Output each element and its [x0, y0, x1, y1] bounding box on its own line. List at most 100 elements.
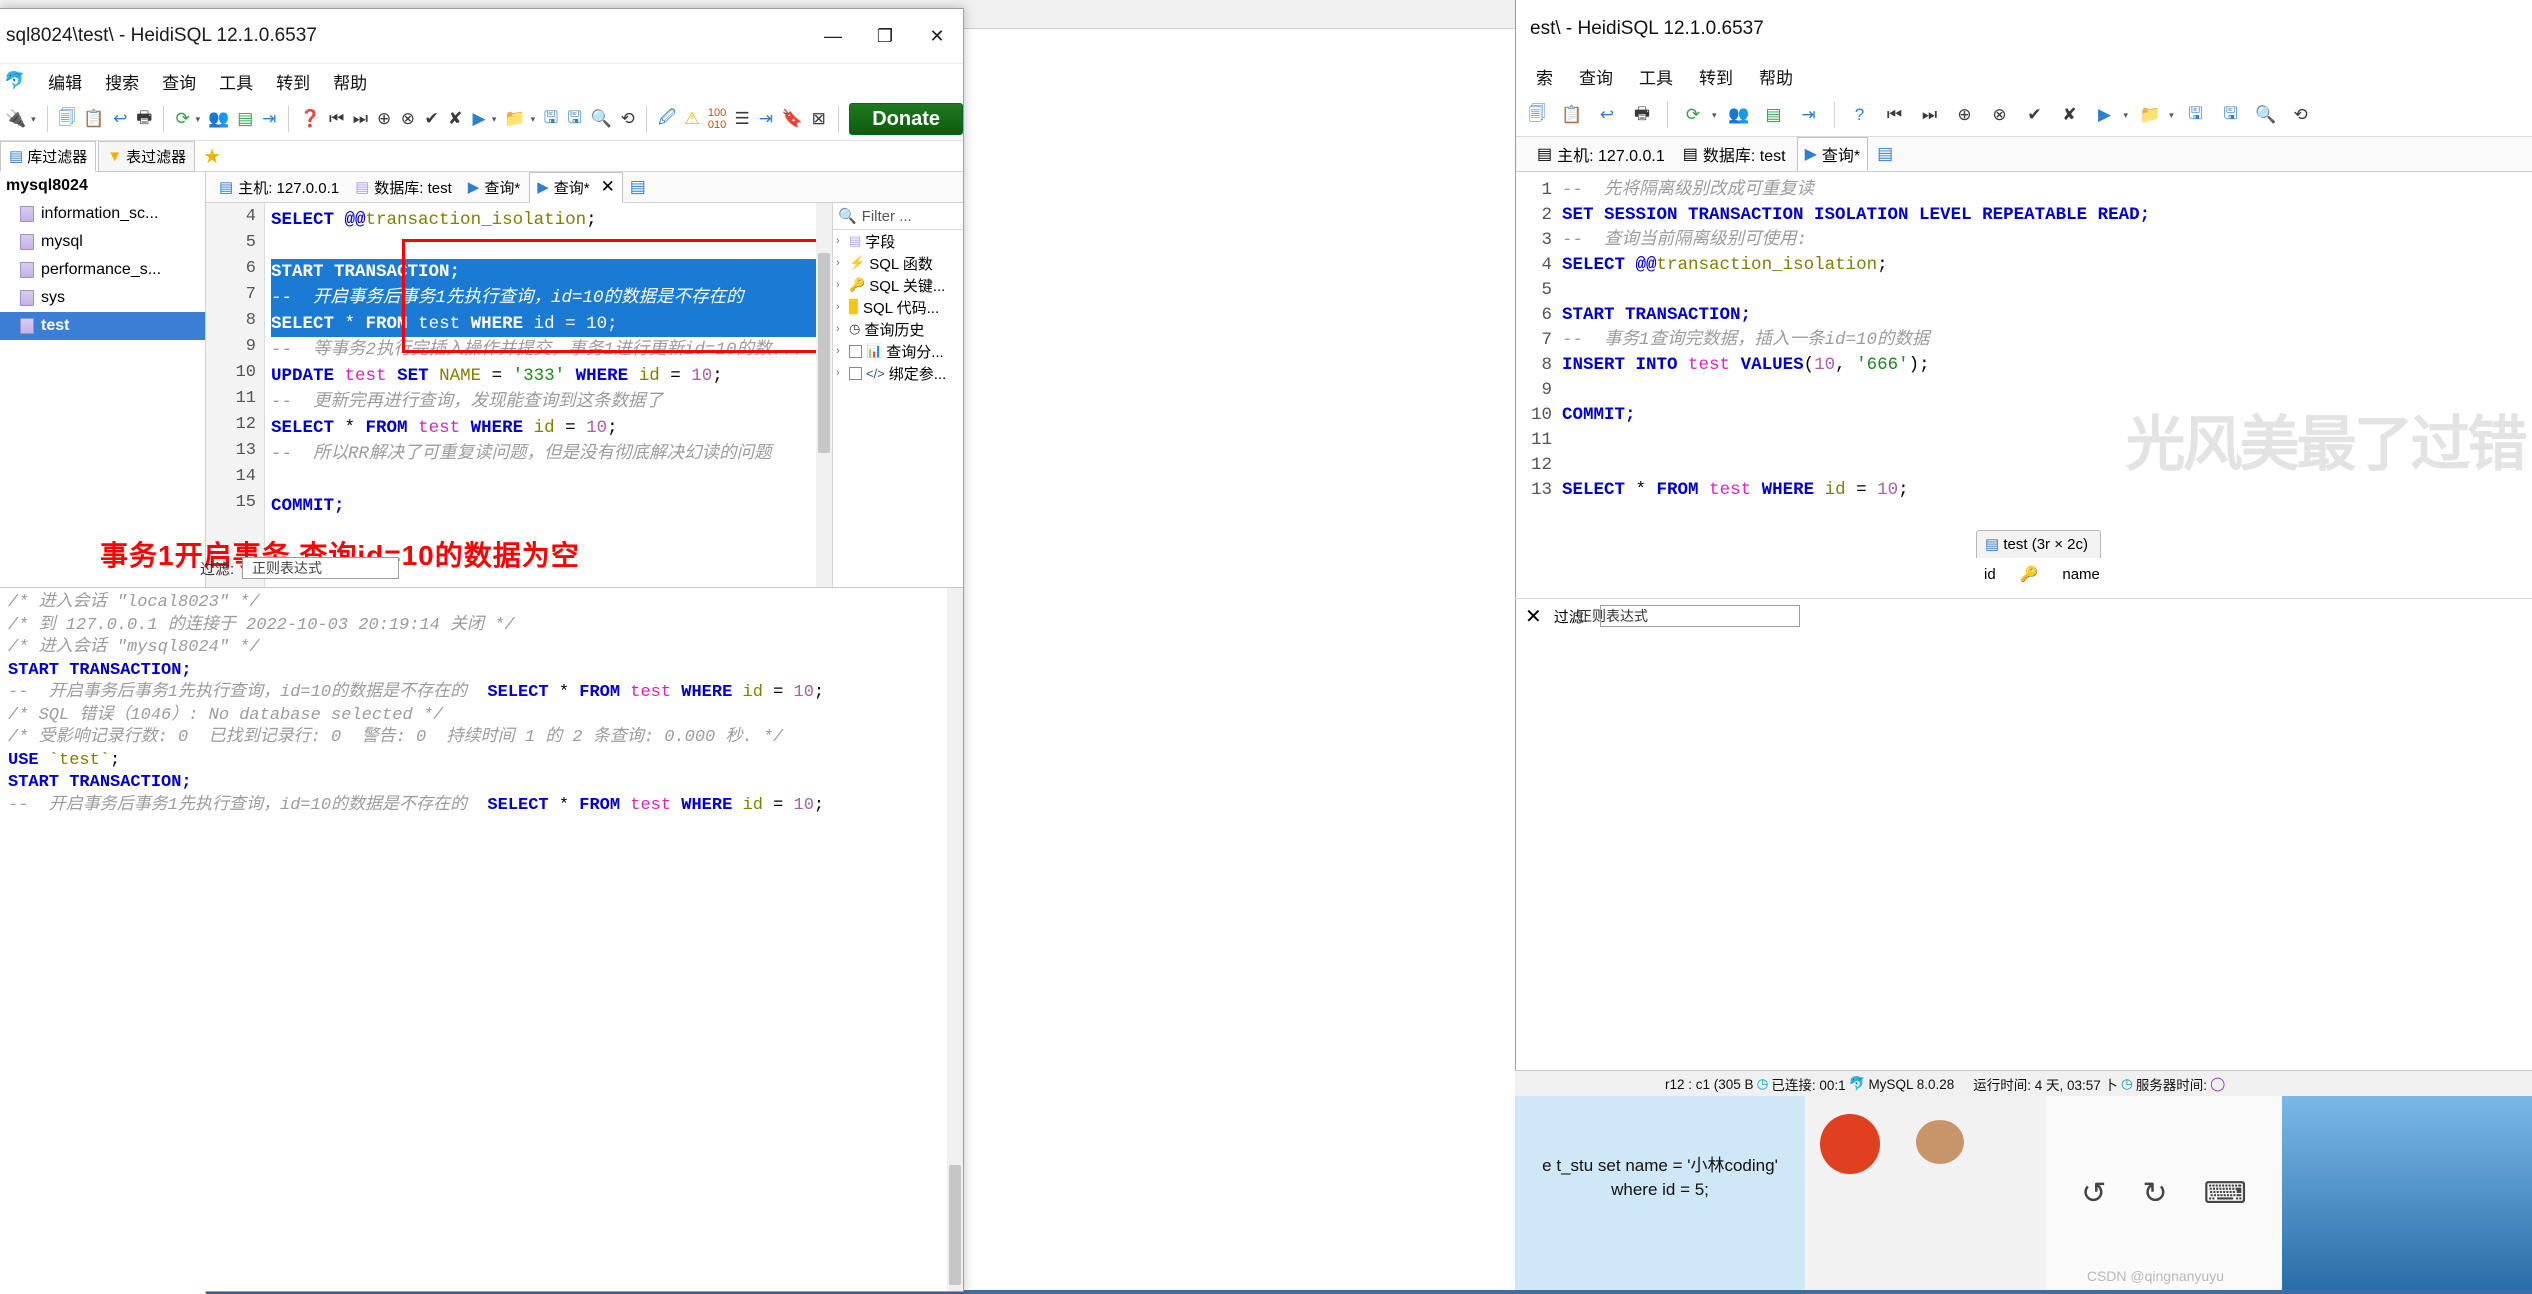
code-line[interactable]: SELECT * FROM test WHERE id = 10;	[271, 311, 832, 337]
import-icon[interactable]: ⇥	[1796, 102, 1822, 128]
menu-item-help[interactable]: 帮助	[1759, 64, 1793, 89]
tab-query[interactable]: ▶ 查询*	[1796, 137, 1869, 171]
commit-icon[interactable]: ✔	[2022, 102, 2048, 128]
helper-item-4[interactable]: › ◷ 查询历史	[833, 318, 963, 340]
execute-icon[interactable]: ▶	[471, 106, 487, 132]
save-icon[interactable]: 🖫	[2183, 102, 2209, 128]
helper-item-1[interactable]: › ⚡ SQL 函数	[833, 252, 963, 274]
code-line[interactable]: COMMIT;	[271, 493, 832, 519]
indent-icon[interactable]: ⇥	[758, 106, 774, 132]
code-line[interactable]: 6 START TRANSACTION;	[1516, 303, 2532, 328]
thumbnail-tools[interactable]: ↺ ↻ ⌨ CSDN @qingnanyuyu	[2046, 1096, 2282, 1290]
chevron-down-icon[interactable]: ▾	[2169, 110, 2174, 121]
chevron-right-icon[interactable]: ›	[836, 367, 845, 379]
minimize-button[interactable]: —	[807, 9, 859, 63]
close-icon[interactable]: ✕	[1525, 604, 1542, 629]
menu-item-search[interactable]: 搜索	[105, 69, 139, 94]
filter-tab-row[interactable]: ▤ 库过滤器 ▼ 表过滤器 ★	[0, 140, 963, 172]
undo-icon[interactable]: ↩	[1594, 102, 1620, 128]
wrap-lines-icon[interactable]: ☰	[734, 106, 750, 132]
code-line[interactable]: 1 -- 先将隔离级别改成可重复读	[1516, 178, 2532, 203]
save-icon[interactable]: 🖫	[543, 106, 559, 132]
db-tree-item-3[interactable]: performance_s...	[0, 256, 205, 284]
open-folder-icon[interactable]: 📁	[2137, 102, 2163, 128]
help-icon[interactable]: ?	[1847, 102, 1873, 128]
menu-item-goto[interactable]: 转到	[276, 69, 310, 94]
warning-icon[interactable]: ⚠	[684, 106, 700, 132]
code-line[interactable]: 2 SET SESSION TRANSACTION ISOLATION LEVEL…	[1516, 203, 2532, 228]
chevron-down-icon[interactable]: ▾	[196, 114, 201, 125]
tab-database[interactable]: ▤ 数据库: test	[348, 173, 459, 202]
refresh-icon[interactable]: ⟳	[1680, 102, 1706, 128]
menu-item-goto[interactable]: 转到	[1699, 64, 1733, 89]
menu-item-search[interactable]: 索	[1536, 64, 1553, 89]
first-icon[interactable]: ⏮	[1882, 102, 1908, 128]
db-tree-item-2[interactable]: mysql	[0, 228, 205, 256]
tab-close-icon[interactable]: ✕	[601, 177, 615, 197]
db-tree-item-0[interactable]: mysql8024	[0, 172, 205, 200]
code-line[interactable]: 3 -- 查询当前隔离级别可使用:	[1516, 228, 2532, 253]
csv-export-icon[interactable]: ▤	[1761, 102, 1787, 128]
secondary-sql-editor[interactable]: 错过了最美风光 1 -- 先将隔离级别改成可重复读 2 SET SESSION TRA…	[1516, 172, 2532, 518]
save-as-icon[interactable]: 🖫	[567, 106, 583, 132]
code-line[interactable]: 7 -- 事务1查询完数据，插入一条id=10的数据	[1516, 328, 2532, 353]
helper-item-2[interactable]: › 🔑 SQL 关键...	[833, 274, 963, 296]
last-record-icon[interactable]: ⏭	[353, 106, 369, 132]
menu-item-tools[interactable]: 工具	[1639, 64, 1673, 89]
chevron-right-icon[interactable]: ›	[836, 345, 845, 357]
new-query-icon[interactable]: ▤	[1872, 141, 1898, 167]
stop-icon[interactable]: ⊠	[811, 106, 827, 132]
search-icon[interactable]: 🔍	[591, 106, 612, 132]
code-line[interactable]: -- 等事务2执行完插入操作并提交，事务1进行更新id=10的数...	[271, 337, 832, 363]
code-line[interactable]: 5	[1516, 278, 2532, 303]
chevron-down-icon[interactable]: ▾	[2124, 110, 2129, 121]
scrollbar-thumb[interactable]	[818, 253, 830, 453]
chevron-down-icon[interactable]: ▾	[1712, 110, 1717, 121]
helpers-list[interactable]: › ▤ 字段 › ⚡ SQL 函数 › 🔑 SQL 关键... › ▉ SQL 代码... › ◷ 查询历史…	[833, 230, 963, 384]
log-pane[interactable]: /* 进入会话 "local8023" */ /* 到 127.0.0.1 的连接…	[0, 587, 963, 1291]
thumbnail-sql-window[interactable]: e t_stu set name = '小林coding' where id =…	[1515, 1096, 1806, 1290]
tab-host[interactable]: ▤ 主机: 127.0.0.1	[212, 173, 346, 202]
tab-host[interactable]: ▤ 主机: 127.0.0.1	[1530, 138, 1672, 170]
code-line[interactable]	[271, 467, 832, 493]
menu-item-query[interactable]: 查询	[162, 69, 196, 94]
cancel-icon[interactable]: ✘	[2057, 102, 2083, 128]
first-record-icon[interactable]: ⏮	[329, 106, 345, 132]
format-icon[interactable]: 🖉	[658, 106, 676, 132]
refresh-icon[interactable]: ⟳	[175, 106, 191, 132]
paste-icon[interactable]: 📋	[83, 106, 104, 132]
bookmark-icon[interactable]: 🔖	[782, 106, 803, 132]
add-icon[interactable]: ⊕	[1952, 102, 1978, 128]
code-line[interactable]: UPDATE test SET NAME = '333' WHERE id = …	[271, 363, 832, 389]
copy-icon[interactable]: 🗐	[58, 106, 75, 132]
menu-item-help[interactable]: 帮助	[333, 69, 367, 94]
query-tabs[interactable]: ▤ 主机: 127.0.0.1 ▤ 数据库: test ▶ 查询* ▶ 查询* …	[206, 171, 963, 203]
users-icon[interactable]: 👥	[1726, 102, 1752, 128]
secondary-toolbar[interactable]: 🗐 📋 ↩ 🖶 ⟳ ▾ 👥 ▤ ⇥ ? ⏮ ⏭ ⊕ ⊗ ✔ ✘ ▶ ▾ 📁 ▾ …	[1516, 94, 2532, 137]
secondary-query-tabs[interactable]: ▤ 主机: 127.0.0.1 ▤ 数据库: test ▶ 查询* ▤	[1516, 137, 2532, 172]
table-filter-tab[interactable]: ▼ 表过滤器	[98, 140, 196, 172]
code-line[interactable]: 9	[1516, 378, 2532, 403]
result-filter-strip[interactable]: 过滤: 正则表达式	[200, 554, 450, 582]
scrollbar-thumb[interactable]	[949, 1165, 961, 1285]
menubar[interactable]: 🐬 编辑 搜索 查询 工具 转到 帮助	[0, 64, 963, 98]
helper-item-3[interactable]: › ▉ SQL 代码...	[833, 296, 963, 318]
helper-item-5[interactable]: › 📊 查询分...	[833, 340, 963, 362]
db-tree-item-1[interactable]: information_sc...	[0, 200, 205, 228]
code-line[interactable]	[271, 233, 832, 259]
chevron-right-icon[interactable]: ›	[836, 279, 845, 291]
secondary-filter-bar[interactable]: ✕ 过滤: 正则表达式	[1515, 598, 2532, 633]
helper-item-6[interactable]: › </> 绑定参...	[833, 362, 963, 384]
cancel-record-icon[interactable]: ✘	[447, 106, 463, 132]
commit-record-icon[interactable]: ✔	[424, 106, 440, 132]
checkbox[interactable]	[849, 344, 862, 358]
secondary-menubar[interactable]: 索 查询 工具 转到 帮助	[1516, 58, 2532, 94]
chevron-right-icon[interactable]: ›	[836, 235, 845, 247]
chevron-right-icon[interactable]: ›	[836, 323, 845, 335]
chevron-down-icon[interactable]: ▾	[492, 114, 497, 125]
add-record-icon[interactable]: ⊕	[376, 106, 392, 132]
paste-icon[interactable]: 📋	[1559, 102, 1585, 128]
donate-button[interactable]: Donate	[849, 103, 964, 135]
save-as-icon[interactable]: 🖫	[2218, 102, 2244, 128]
toolbar[interactable]: 🔌 ▾ 🗐 📋 ↩ 🖶 ⟳ ▾ 👥 ▤ ⇥ ❓ ⏮ ⏭ ⊕ ⊗ ✔ ✘ ▶ ▾ …	[0, 98, 964, 141]
